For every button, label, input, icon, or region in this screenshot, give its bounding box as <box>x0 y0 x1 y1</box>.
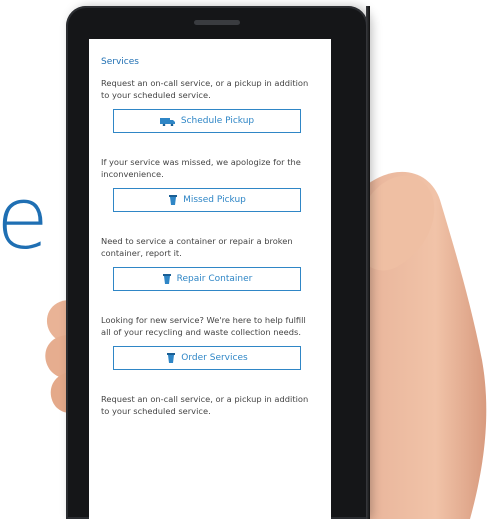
service-description: If your service was missed, we apologize… <box>101 157 301 179</box>
service-description: Looking for new service? We're here to h… <box>101 315 306 337</box>
service-block-missed: If your service was missed, we apologize… <box>101 157 321 212</box>
background-heading-fragment: e <box>0 169 49 269</box>
truck-icon <box>159 116 176 126</box>
phone-speaker <box>194 20 240 25</box>
service-description: Need to service a container or repair a … <box>101 236 293 258</box>
service-block-order: Looking for new service? We're here to h… <box>101 315 321 370</box>
missed-pickup-label: Missed Pickup <box>183 195 246 205</box>
missed-pickup-button[interactable]: Missed Pickup <box>113 188 301 212</box>
services-panel: Services Request an on-call service, or … <box>101 57 321 417</box>
service-description: Request an on-call service, or a pickup … <box>101 78 309 100</box>
order-services-button[interactable]: Order Services <box>113 346 301 370</box>
repair-container-label: Repair Container <box>176 274 253 284</box>
services-heading: Services <box>101 57 139 67</box>
schedule-pickup-button[interactable]: Schedule Pickup <box>113 109 301 133</box>
footer-description: Request an on-call service, or a pickup … <box>101 394 309 416</box>
repair-container-button[interactable]: Repair Container <box>113 267 301 291</box>
order-services-label: Order Services <box>181 353 248 363</box>
phone-screen: Services Request an on-call service, or … <box>89 39 331 519</box>
phone-edge <box>366 6 370 519</box>
bin-icon <box>166 352 176 364</box>
bin-icon <box>162 273 172 285</box>
bin-icon <box>168 194 178 206</box>
service-block-repair: Need to service a container or repair a … <box>101 236 321 291</box>
service-block-schedule: Request an on-call service, or a pickup … <box>101 78 321 133</box>
schedule-pickup-label: Schedule Pickup <box>180 116 255 126</box>
